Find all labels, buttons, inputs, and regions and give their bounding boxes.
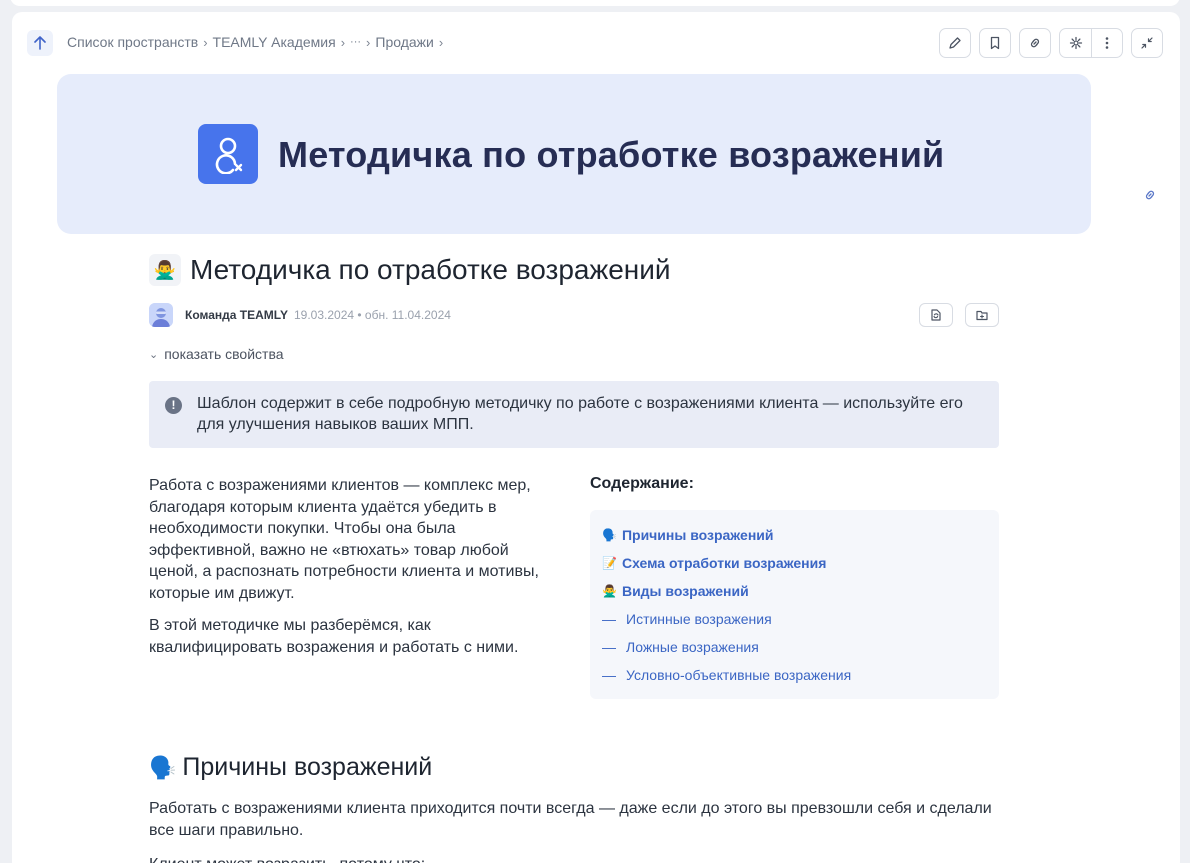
gesturing-no-emoji: 🙅‍♂️ <box>602 584 617 598</box>
breadcrumb-spaces[interactable]: Список пространств <box>67 34 198 50</box>
page-heading: Методичка по отработке возражений <box>190 254 671 285</box>
section-paragraph: Работать с возражениями клиента приходит… <box>149 800 992 839</box>
folder-icon <box>976 310 988 321</box>
toc-item-scheme[interactable]: 📝 Схема отработки возражения <box>602 549 987 577</box>
pencil-icon <box>949 37 961 49</box>
collapse-icon <box>1141 37 1153 49</box>
page-title: 🙅‍♂️ Методичка по отработке возражений <box>149 252 999 288</box>
chevron-right-icon: › <box>340 34 346 50</box>
breadcrumb: Список пространств › TEAMLY Академия › ·… <box>67 34 448 50</box>
memo-emoji: 📝 <box>602 556 617 570</box>
page-history-button[interactable] <box>919 303 953 327</box>
toc-item-label: Ложные возражения <box>626 639 759 655</box>
page-meta: Команда TEAMLY 19.03.2024 • обн. 11.04.2… <box>149 303 999 327</box>
bookmark-icon <box>990 36 1000 50</box>
cover-banner: Методичка по отработке возражений <box>57 74 1091 234</box>
bookmark-button[interactable] <box>979 28 1011 58</box>
file-sync-icon <box>931 309 941 321</box>
top-panel-edge <box>10 0 1180 6</box>
section-heading-reasons: 🗣️ Причины возражений <box>149 753 999 782</box>
more-button[interactable] <box>1091 29 1122 57</box>
section-title: Причины возражений <box>182 753 433 781</box>
gear-icon <box>1069 36 1082 50</box>
toc-item-conditional-objections[interactable]: — Условно-объективные возражения <box>602 661 987 689</box>
toc-item-label: Схема отработки возражения <box>621 555 827 571</box>
page-emoji[interactable]: 🙅‍♂️ <box>149 254 181 286</box>
arrow-up-icon <box>34 36 46 50</box>
navigate-up-button[interactable] <box>27 30 53 56</box>
show-properties-toggle[interactable]: ⌄ показать свойства <box>149 346 999 362</box>
author-name[interactable]: Команда TEAMLY <box>185 308 288 322</box>
callout-text: Шаблон содержит в себе подробную методич… <box>197 395 963 433</box>
toc-item-label: Условно-объективные возражения <box>626 667 852 683</box>
intro-paragraph: В этой методичке мы разберёмся, как квал… <box>149 617 519 656</box>
toc-list: 🗣️ Причины возражений 📝 Схема отработки … <box>590 510 999 699</box>
toc-heading: Содержание: <box>590 475 694 492</box>
toc-dash: — <box>602 667 616 683</box>
avatar[interactable] <box>149 303 173 327</box>
speaking-head-emoji: 🗣️ <box>602 528 617 542</box>
link-icon <box>1145 190 1155 200</box>
breadcrumb-academy[interactable]: TEAMLY Академия <box>213 34 336 50</box>
link-icon <box>1030 38 1040 48</box>
more-vertical-icon <box>1105 37 1109 49</box>
cover-title: Методичка по отработке возражений <box>278 134 945 175</box>
chevron-right-icon: › <box>366 34 371 50</box>
info-icon: ! <box>165 397 182 414</box>
toc-item-label: Причины возражений <box>621 527 774 543</box>
move-page-button[interactable] <box>965 303 999 327</box>
chevron-down-icon: ⌄ <box>149 348 159 361</box>
collapse-button[interactable] <box>1131 28 1163 58</box>
info-callout: ! Шаблон содержит в себе подробную метод… <box>149 381 999 448</box>
user-cross-icon <box>198 124 258 184</box>
toc-dash: — <box>602 611 616 627</box>
breadcrumb-sales[interactable]: Продажи <box>375 34 433 50</box>
show-properties-label: показать свойства <box>164 346 284 362</box>
section-paragraph: Клиент может возразить, потому что: <box>149 854 999 863</box>
edit-button[interactable] <box>939 28 971 58</box>
page-card: Список пространств › TEAMLY Академия › ·… <box>12 12 1180 863</box>
toc-dash: — <box>602 639 616 655</box>
intro-text: Работа с возражениями клиентов — комплек… <box>149 475 559 699</box>
breadcrumb-collapsed[interactable]: ··· <box>350 36 361 48</box>
toc-item-label: Истинные возражения <box>626 611 772 627</box>
intro-columns: Работа с возражениями клиентов — комплек… <box>149 475 999 699</box>
page-dates: 19.03.2024 • обн. 11.04.2024 <box>294 308 451 322</box>
chevron-right-icon: › <box>438 34 444 50</box>
settings-group <box>1059 28 1123 58</box>
meta-actions <box>907 303 999 327</box>
chevron-right-icon: › <box>203 34 208 50</box>
toc-item-types[interactable]: 🙅‍♂️ Виды возражений <box>602 577 987 605</box>
document-body: 🙅‍♂️ Методичка по отработке возражений К… <box>149 252 999 863</box>
toc-item-true-objections[interactable]: — Истинные возражения <box>602 605 987 633</box>
toc-item-label: Виды возражений <box>621 583 749 599</box>
toc-item-false-objections[interactable]: — Ложные возражения <box>602 633 987 661</box>
intro-paragraph: Работа с возражениями клиентов — комплек… <box>149 477 539 602</box>
settings-button[interactable] <box>1060 29 1091 57</box>
page-toolbar <box>931 28 1163 58</box>
speaking-head-emoji: 🗣️ <box>149 754 177 780</box>
table-of-contents: Содержание: 🗣️ Причины возражений 📝 Схем… <box>590 475 999 699</box>
copy-link-button[interactable] <box>1019 28 1051 58</box>
anchor-link-button[interactable] <box>1143 188 1157 207</box>
toc-item-reasons[interactable]: 🗣️ Причины возражений <box>602 521 987 549</box>
